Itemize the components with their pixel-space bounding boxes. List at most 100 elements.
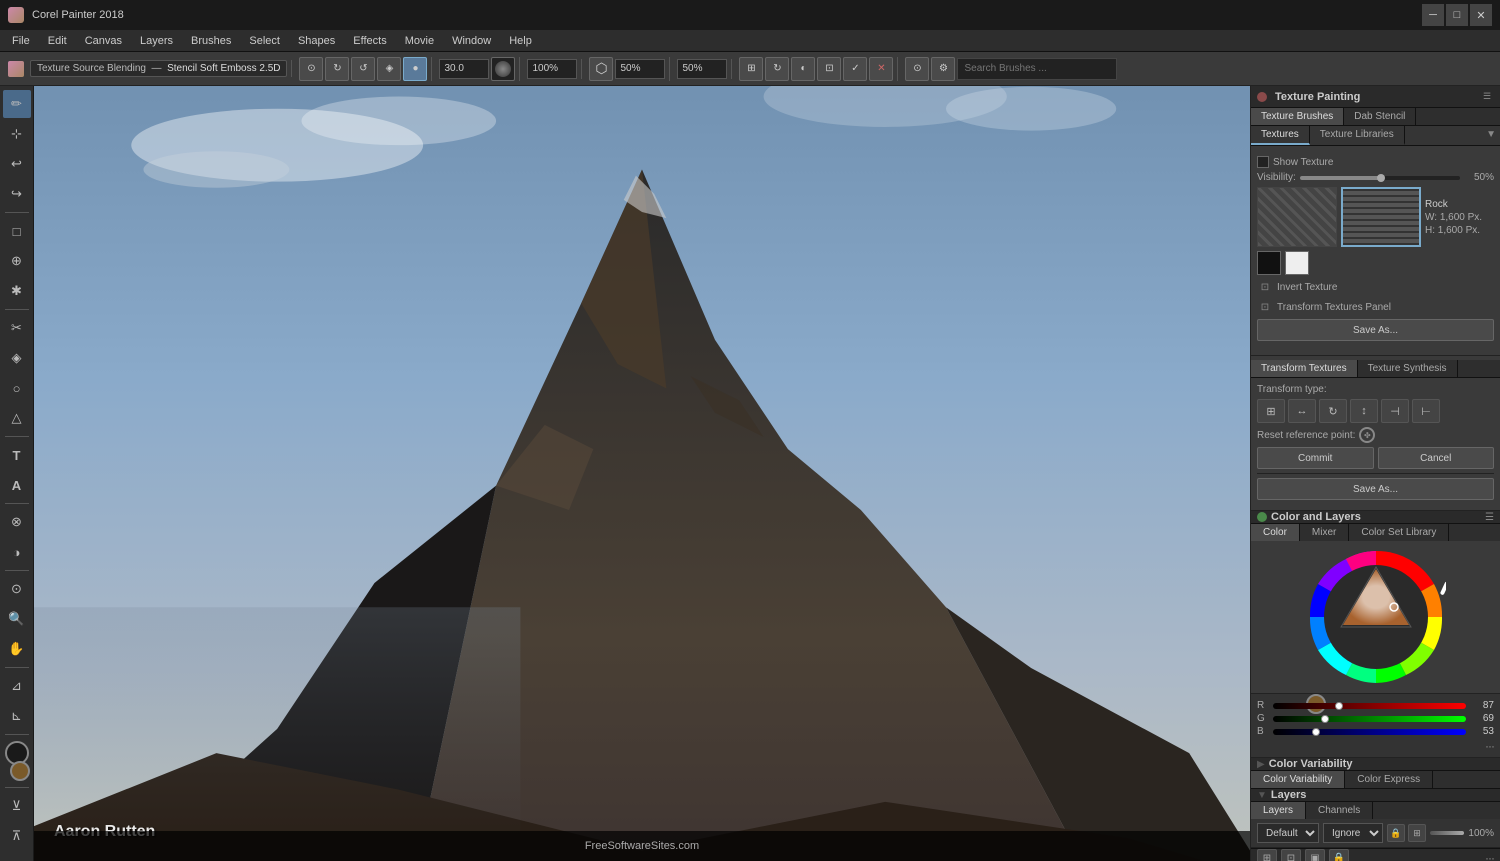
- action-cancel-button[interactable]: ✕: [869, 57, 893, 81]
- cv-tab-variability[interactable]: Color Variability: [1251, 771, 1345, 788]
- brush-mode-button[interactable]: ◈: [377, 57, 401, 81]
- menu-movie[interactable]: Movie: [397, 33, 442, 49]
- tool-extra-2[interactable]: ⊼: [3, 822, 31, 850]
- tt-rotate-btn[interactable]: ↻: [1319, 399, 1347, 423]
- color-layers-menu-icon[interactable]: ☰: [1485, 512, 1494, 523]
- brush-shape-button[interactable]: ●: [403, 57, 427, 81]
- tab-color-set[interactable]: Color Set Library: [1349, 524, 1449, 541]
- maximize-button[interactable]: □: [1446, 4, 1468, 26]
- tool-undo[interactable]: ↩: [3, 150, 31, 178]
- tool-redo[interactable]: ↪: [3, 180, 31, 208]
- panel-menu-icon[interactable]: ☰: [1480, 90, 1494, 104]
- subtab-libraries[interactable]: Texture Libraries: [1310, 126, 1405, 145]
- rgb-options[interactable]: ···: [1257, 739, 1494, 753]
- color-variability-header[interactable]: ▶ Color Variability: [1251, 758, 1500, 771]
- show-texture-checkbox[interactable]: [1257, 156, 1269, 168]
- tool-type[interactable]: A: [3, 471, 31, 499]
- tool-shape[interactable]: ○: [3, 374, 31, 402]
- close-button[interactable]: ✕: [1470, 4, 1492, 26]
- menu-file[interactable]: File: [4, 33, 38, 49]
- visibility-thumb[interactable]: [1377, 174, 1385, 182]
- visibility-slider[interactable]: [1300, 176, 1460, 180]
- texture-swatch-white[interactable]: [1285, 251, 1309, 275]
- blend-input[interactable]: [615, 59, 665, 79]
- background-color[interactable]: [10, 761, 30, 781]
- menu-brushes[interactable]: Brushes: [183, 33, 239, 49]
- menu-layers[interactable]: Layers: [132, 33, 181, 49]
- tab-color[interactable]: Color: [1251, 524, 1300, 541]
- subtab-textures[interactable]: Textures: [1251, 126, 1310, 145]
- r-thumb[interactable]: [1335, 702, 1343, 710]
- layer-merge-btn[interactable]: ▣: [1305, 849, 1325, 861]
- tt-mirror-btn[interactable]: ⊣: [1381, 399, 1409, 423]
- layer-opacity-slider[interactable]: [1430, 831, 1464, 835]
- refpoint-icon[interactable]: ✤: [1359, 427, 1375, 443]
- action-1-button[interactable]: ⊞: [739, 57, 763, 81]
- b-thumb[interactable]: [1312, 728, 1320, 736]
- menu-shapes[interactable]: Shapes: [290, 33, 343, 49]
- action-4-button[interactable]: ⊡: [817, 57, 841, 81]
- tool-select-rect[interactable]: □: [3, 217, 31, 245]
- tool-zoom[interactable]: 🔍: [3, 605, 31, 633]
- action-3-button[interactable]: ◐: [791, 57, 815, 81]
- texture-swatch-black[interactable]: [1257, 251, 1281, 275]
- brush-type-1-button[interactable]: ⊙: [299, 57, 323, 81]
- tab-mixer[interactable]: Mixer: [1300, 524, 1349, 541]
- canvas-area[interactable]: Aaron Rutten FreeSoftwareSites.com: [34, 86, 1250, 861]
- tool-fill[interactable]: ⊗: [3, 508, 31, 536]
- tab-texture-synthesis[interactable]: Texture Synthesis: [1358, 360, 1458, 377]
- brush-size-input[interactable]: [439, 59, 489, 79]
- layers-more-icon[interactable]: ···: [1485, 851, 1494, 861]
- tt-flip-h-btn[interactable]: ↔: [1288, 399, 1316, 423]
- tool-gradient[interactable]: ◑: [3, 538, 31, 566]
- color-wheel[interactable]: [1306, 547, 1446, 687]
- save-as-button-1[interactable]: Save As...: [1257, 319, 1494, 341]
- menu-help[interactable]: Help: [501, 33, 540, 49]
- tool-eyedropper[interactable]: ⊙: [3, 575, 31, 603]
- action-2-button[interactable]: ↻: [765, 57, 789, 81]
- cancel-button[interactable]: Cancel: [1378, 447, 1495, 469]
- brush-flip-button[interactable]: ↺: [351, 57, 375, 81]
- tt-scale-btn[interactable]: ⊞: [1257, 399, 1285, 423]
- tool-pen[interactable]: △: [3, 404, 31, 432]
- tt-flip-v-btn[interactable]: ↕: [1350, 399, 1378, 423]
- save-as-button-2[interactable]: Save As...: [1257, 478, 1494, 500]
- opacity-input[interactable]: [527, 59, 577, 79]
- layer-new-btn[interactable]: ⊞: [1408, 824, 1426, 842]
- tab-texture-brushes[interactable]: Texture Brushes: [1251, 108, 1344, 125]
- tool-crop[interactable]: ✂: [3, 314, 31, 342]
- minimize-button[interactable]: ─: [1422, 4, 1444, 26]
- search-brushes-input[interactable]: [957, 58, 1117, 80]
- blend-icon[interactable]: ⬡: [589, 57, 613, 81]
- tool-select-lasso[interactable]: ⊕: [3, 247, 31, 275]
- layer-lock-btn[interactable]: 🔒: [1387, 824, 1405, 842]
- texture-thumb-1[interactable]: [1257, 187, 1337, 247]
- g-slider[interactable]: [1273, 716, 1466, 722]
- layer-duplicate-btn[interactable]: ⊡: [1281, 849, 1301, 861]
- tool-extra-1[interactable]: ⊻: [3, 792, 31, 820]
- g-thumb[interactable]: [1321, 715, 1329, 723]
- layers-tab-layers[interactable]: Layers: [1251, 802, 1306, 819]
- tool-eraser[interactable]: ⊹: [3, 120, 31, 148]
- subtab-expand-icon[interactable]: ▼: [1482, 126, 1500, 145]
- layer-lock-all-btn[interactable]: 🔒: [1329, 849, 1349, 861]
- layers-tab-channels[interactable]: Channels: [1306, 802, 1373, 819]
- tool-smear[interactable]: ⊿: [3, 672, 31, 700]
- commit-button[interactable]: Commit: [1257, 447, 1374, 469]
- tab-transform-textures[interactable]: Transform Textures: [1251, 360, 1358, 377]
- tool-text[interactable]: T: [3, 441, 31, 469]
- menu-canvas[interactable]: Canvas: [77, 33, 130, 49]
- cv-tab-express[interactable]: Color Express: [1345, 771, 1433, 788]
- menu-effects[interactable]: Effects: [345, 33, 394, 49]
- composite-dropdown[interactable]: Ignore: [1323, 823, 1383, 843]
- menu-select[interactable]: Select: [241, 33, 288, 49]
- layer-add-group-btn[interactable]: ⊞: [1257, 849, 1277, 861]
- tool-dodge[interactable]: ⊾: [3, 702, 31, 730]
- texture-thumb-2[interactable]: [1341, 187, 1421, 247]
- tt-skew-btn[interactable]: ⊢: [1412, 399, 1440, 423]
- blend-mode-dropdown[interactable]: Default: [1257, 823, 1319, 843]
- settings-button[interactable]: ⚙: [931, 57, 955, 81]
- tab-dab-stencil[interactable]: Dab Stencil: [1344, 108, 1416, 125]
- b-slider[interactable]: [1273, 729, 1466, 735]
- tool-pan[interactable]: ✋: [3, 635, 31, 663]
